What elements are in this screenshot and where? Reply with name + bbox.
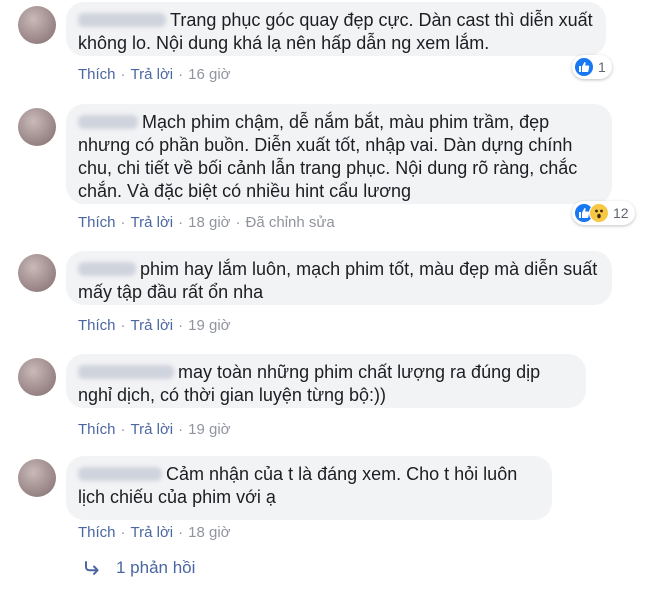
avatar[interactable] (18, 108, 56, 146)
reply-link[interactable]: Trả lời (131, 524, 174, 541)
separator-dot: · (178, 524, 184, 541)
separator-dot: · (120, 421, 126, 438)
comment-text: Mạch phim chậm, dễ nắm bắt, màu phim trầ… (78, 112, 578, 201)
comment-time[interactable]: 18 giờ (188, 524, 230, 541)
like-link[interactable]: Thích (78, 214, 116, 231)
avatar[interactable] (18, 6, 56, 44)
reaction-count: 12 (613, 205, 629, 221)
avatar[interactable] (18, 459, 56, 497)
comment-actions: Thích · Trả lời · 19 giờ (78, 421, 231, 439)
reply-link[interactable]: Trả lời (131, 421, 174, 438)
separator-dot: · (178, 421, 184, 438)
reply-link[interactable]: Trả lời (131, 66, 174, 83)
commenter-name-blurred (78, 115, 138, 129)
commenter-name-blurred (78, 365, 174, 379)
comment-time[interactable]: 18 giờ (188, 214, 230, 231)
comment-bubble: Cảm nhận của t là đáng xem. Cho t hỏi lu… (66, 456, 552, 520)
like-link[interactable]: Thích (78, 524, 116, 541)
like-link[interactable]: Thích (78, 421, 116, 438)
reaction-summary[interactable]: 12 (572, 201, 635, 225)
comment-bubble: phim hay lắm luôn, mạch phim tốt, màu đẹ… (66, 251, 612, 305)
separator-dot: · (120, 317, 126, 334)
reply-link[interactable]: Trả lời (131, 214, 174, 231)
like-link[interactable]: Thích (78, 66, 116, 83)
commenter-name-blurred (78, 467, 162, 481)
view-replies-link[interactable]: 1 phản hồi (84, 558, 195, 578)
comment-actions: Thích · Trả lời · 19 giờ (78, 317, 231, 335)
separator-dot: · (178, 66, 184, 83)
separator-dot: · (235, 214, 241, 231)
separator-dot: · (120, 524, 126, 541)
separator-dot: · (178, 214, 184, 231)
comment-time[interactable]: 16 giờ (188, 66, 230, 83)
comment-actions: Thích · Trả lời · 18 giờ (78, 524, 231, 542)
reply-arrow-icon (85, 561, 99, 575)
comment-actions: Thích · Trả lời · 18 giờ · Đã chỉnh sửa (78, 214, 335, 232)
reaction-count: 1 (598, 59, 606, 75)
reply-link[interactable]: Trả lời (131, 317, 174, 334)
comment-bubble: may toàn những phim chất lượng ra đúng d… (66, 354, 586, 408)
reaction-summary[interactable]: 1 (572, 55, 612, 79)
separator-dot: · (178, 317, 184, 334)
comment-time[interactable]: 19 giờ (188, 317, 230, 334)
separator-dot: · (120, 66, 126, 83)
separator-dot: · (120, 214, 126, 231)
comment-time[interactable]: 19 giờ (188, 421, 230, 438)
replies-count-label[interactable]: 1 phản hồi (116, 558, 195, 578)
like-link[interactable]: Thích (78, 317, 116, 334)
wow-icon (589, 203, 609, 223)
commenter-name-blurred (78, 13, 166, 27)
like-icon (574, 57, 594, 77)
avatar[interactable] (18, 254, 56, 292)
commenter-name-blurred (78, 262, 136, 276)
edited-label[interactable]: Đã chỉnh sửa (246, 214, 335, 231)
comment-bubble: Mạch phim chậm, dễ nắm bắt, màu phim trầ… (66, 104, 612, 204)
comment-bubble: Trang phục góc quay đẹp cực. Dàn cast th… (66, 2, 606, 56)
comment-actions: Thích · Trả lời · 16 giờ (78, 66, 231, 84)
comment-text: phim hay lắm luôn, mạch phim tốt, màu đẹ… (78, 259, 598, 302)
avatar[interactable] (18, 358, 56, 396)
